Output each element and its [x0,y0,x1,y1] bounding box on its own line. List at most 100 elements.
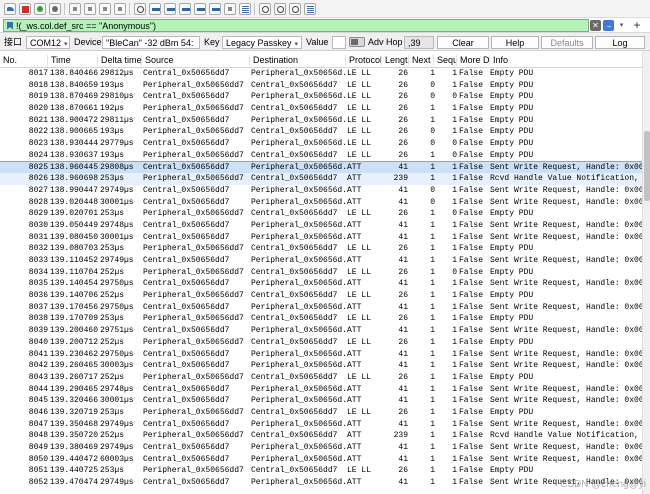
table-row[interactable]: 8044 139.290465 29748µs Central_0x50656dd7 P… [0,384,642,396]
table-row[interactable]: 8020 138.870661 192µs Peripheral_0x50656dd7… [0,103,642,115]
adv-hop-toggle-icon[interactable] [349,37,365,47]
table-row[interactable]: 8048 139.350720 252µs Peripheral_0x50656dd7… [0,430,642,442]
table-row[interactable]: 8039 139.200460 29751µs Central_0x50656dd7 P… [0,325,642,337]
packet-no: 8020 [28,104,48,114]
column-header-more-data[interactable]: More Data [457,55,490,66]
table-row[interactable]: 8037 139.170456 29750µs Central_0x50656dd7 P… [0,302,642,314]
column-header-protocol[interactable]: Protocol [346,55,382,66]
first-packet-icon[interactable] [193,2,206,15]
resize-columns-icon[interactable] [303,2,316,15]
packet-delta-time: 29749µs [100,185,134,195]
column-header-no[interactable]: No. [0,55,48,66]
table-row[interactable]: 8026 138.960698 253µs Peripheral_0x50656dd7… [0,173,642,185]
table-row[interactable]: 8032 139.080703 253µs Peripheral_0x50656dd7… [0,243,642,255]
table-row[interactable]: 8021 138.900472 29811µs Central_0x50656dd7 P… [0,115,642,127]
clear-button[interactable]: Clear [437,36,489,49]
zoom-out-icon[interactable] [273,2,286,15]
table-row[interactable]: 8025 138.960445 29808µs Central_0x50656dd7 P… [0,160,642,175]
clear-filter-icon[interactable]: ✕ [590,20,601,31]
packet-info: Empty PDU [490,407,534,417]
packet-time: 139.470474 [50,478,98,488]
table-row[interactable]: 8028 139.020448 30001µs Central_0x50656dd7 P… [0,197,642,209]
table-row[interactable]: 8027 138.990447 29749µs Central_0x50656dd7 P… [0,185,642,197]
normal-size-icon[interactable] [288,2,301,15]
packet-delta-time: 30001µs [100,197,134,207]
help-button[interactable]: Help [491,36,539,49]
column-header-source[interactable]: Source [142,55,250,66]
table-row[interactable]: 8043 139.260717 252µs Peripheral_0x50656dd7… [0,372,642,384]
adv-hop-input[interactable]: ,39 [404,36,434,49]
packet-time: 138.960445 [50,162,98,172]
packet-list-scrollbar[interactable] [642,51,650,494]
table-row[interactable]: 8045 139.320466 30001µs Central_0x50656dd7 P… [0,395,642,407]
open-file-icon[interactable] [68,2,81,15]
packet-list[interactable]: No. Time Delta time Source Destination P… [0,51,642,494]
packet-sequence: 1 [452,419,457,429]
packet-more-data: False [459,314,484,324]
bookmark-icon[interactable] [7,21,13,30]
scrollbar-thumb[interactable] [644,131,650,201]
table-row[interactable]: 8036 139.140706 252µs Peripheral_0x50656dd7… [0,290,642,302]
table-row[interactable]: 8017 138.840466 29812µs Central_0x50656dd7 P… [0,68,642,80]
restart-capture-icon[interactable] [33,2,46,15]
table-row[interactable]: 8047 139.350468 29749µs Central_0x50656dd7 P… [0,419,642,431]
packet-protocol: ATT [347,174,362,184]
packet-sequence: 0 [452,150,457,160]
log-button[interactable]: Log [595,36,645,49]
stop-capture-icon[interactable] [18,2,31,15]
table-row[interactable]: 8040 139.200712 252µs Peripheral_0x50656dd7… [0,337,642,349]
table-row[interactable]: 8041 139.230462 29750µs Central_0x50656dd7 P… [0,349,642,361]
value-input[interactable] [332,36,346,49]
column-header-length[interactable]: Length [382,55,409,66]
interface-select[interactable]: COM12 ▾ [26,36,70,49]
go-to-packet-icon[interactable] [178,2,191,15]
table-row[interactable]: 8030 139.050449 29748µs Central_0x50656dd7 P… [0,220,642,232]
save-file-icon[interactable] [83,2,96,15]
go-forward-icon[interactable] [163,2,176,15]
table-row[interactable]: 8052 139.470474 29749µs Central_0x50656dd7 P… [0,477,642,489]
table-row[interactable]: 8019 138.870469 29810µs Central_0x50656dd7 P… [0,91,642,103]
device-select[interactable]: "BleCan" -32 dBm 54: [102,36,200,49]
packet-sequence: 0 [452,267,457,277]
table-row[interactable]: 8051 139.440725 253µs Peripheral_0x50656dd7… [0,465,642,477]
table-row[interactable]: 8024 138.930637 193µs Peripheral_0x50656dd7… [0,150,642,162]
table-row[interactable]: 8038 139.170709 253µs Peripheral_0x50656dd7… [0,313,642,325]
close-file-icon[interactable] [98,2,111,15]
start-capture-icon[interactable] [3,2,16,15]
autoscroll-icon[interactable] [223,2,236,15]
apply-filter-icon[interactable]: → [603,20,614,31]
packet-no: 8024 [28,150,48,160]
find-packet-icon[interactable] [133,2,146,15]
packet-length: 26 [398,115,408,125]
go-back-icon[interactable] [148,2,161,15]
reload-file-icon[interactable] [113,2,126,15]
table-row[interactable]: 8029 139.020701 253µs Peripheral_0x50656dd7… [0,208,642,220]
column-header-time[interactable]: Time [48,55,98,66]
table-row[interactable]: 8018 138.840659 193µs Peripheral_0x50656dd7… [0,80,642,92]
table-row[interactable]: 8046 139.320719 253µs Peripheral_0x50656dd7… [0,407,642,419]
table-row[interactable]: 8022 138.900665 193µs Peripheral_0x50656dd7… [0,126,642,138]
key-select[interactable]: Legacy Passkey ▾ [222,36,302,49]
add-filter-button-icon[interactable]: + [631,18,643,33]
table-row[interactable]: 8042 139.260465 30003µs Central_0x50656dd7 P… [0,360,642,372]
table-row[interactable]: 8033 139.110452 29749µs Central_0x50656dd7 P… [0,255,642,267]
defaults-button[interactable]: Defaults [541,36,593,49]
table-row[interactable]: 8031 139.080450 30001µs Central_0x50656dd7 P… [0,232,642,244]
last-packet-icon[interactable] [208,2,221,15]
filter-history-dropdown-icon[interactable]: ▾ [617,20,626,31]
table-row[interactable]: 8034 139.110704 252µs Peripheral_0x50656dd7… [0,267,642,279]
capture-options-icon[interactable] [48,2,61,15]
column-header-next[interactable]: Next [409,55,434,66]
display-filter-input[interactable]: !(_ws.col.def_src == "Anonymous") [3,19,589,32]
column-header-delta-time[interactable]: Delta time [98,55,142,66]
colorize-icon[interactable] [238,2,251,15]
table-row[interactable]: 8049 139.380469 29749µs Central_0x50656dd7 P… [0,442,642,454]
table-row[interactable]: 8023 138.930444 29779µs Central_0x50656dd7 P… [0,138,642,150]
column-header-info[interactable]: Info [490,55,642,66]
packet-source: Central_0x50656dd7 [143,197,230,207]
column-header-destination[interactable]: Destination [250,55,346,66]
table-row[interactable]: 8050 139.440472 60003µs Central_0x50656dd7 P… [0,454,642,466]
column-header-sequence[interactable]: Sequence [434,55,457,66]
table-row[interactable]: 8035 139.140454 29750µs Central_0x50656dd7 P… [0,278,642,290]
zoom-in-icon[interactable] [258,2,271,15]
